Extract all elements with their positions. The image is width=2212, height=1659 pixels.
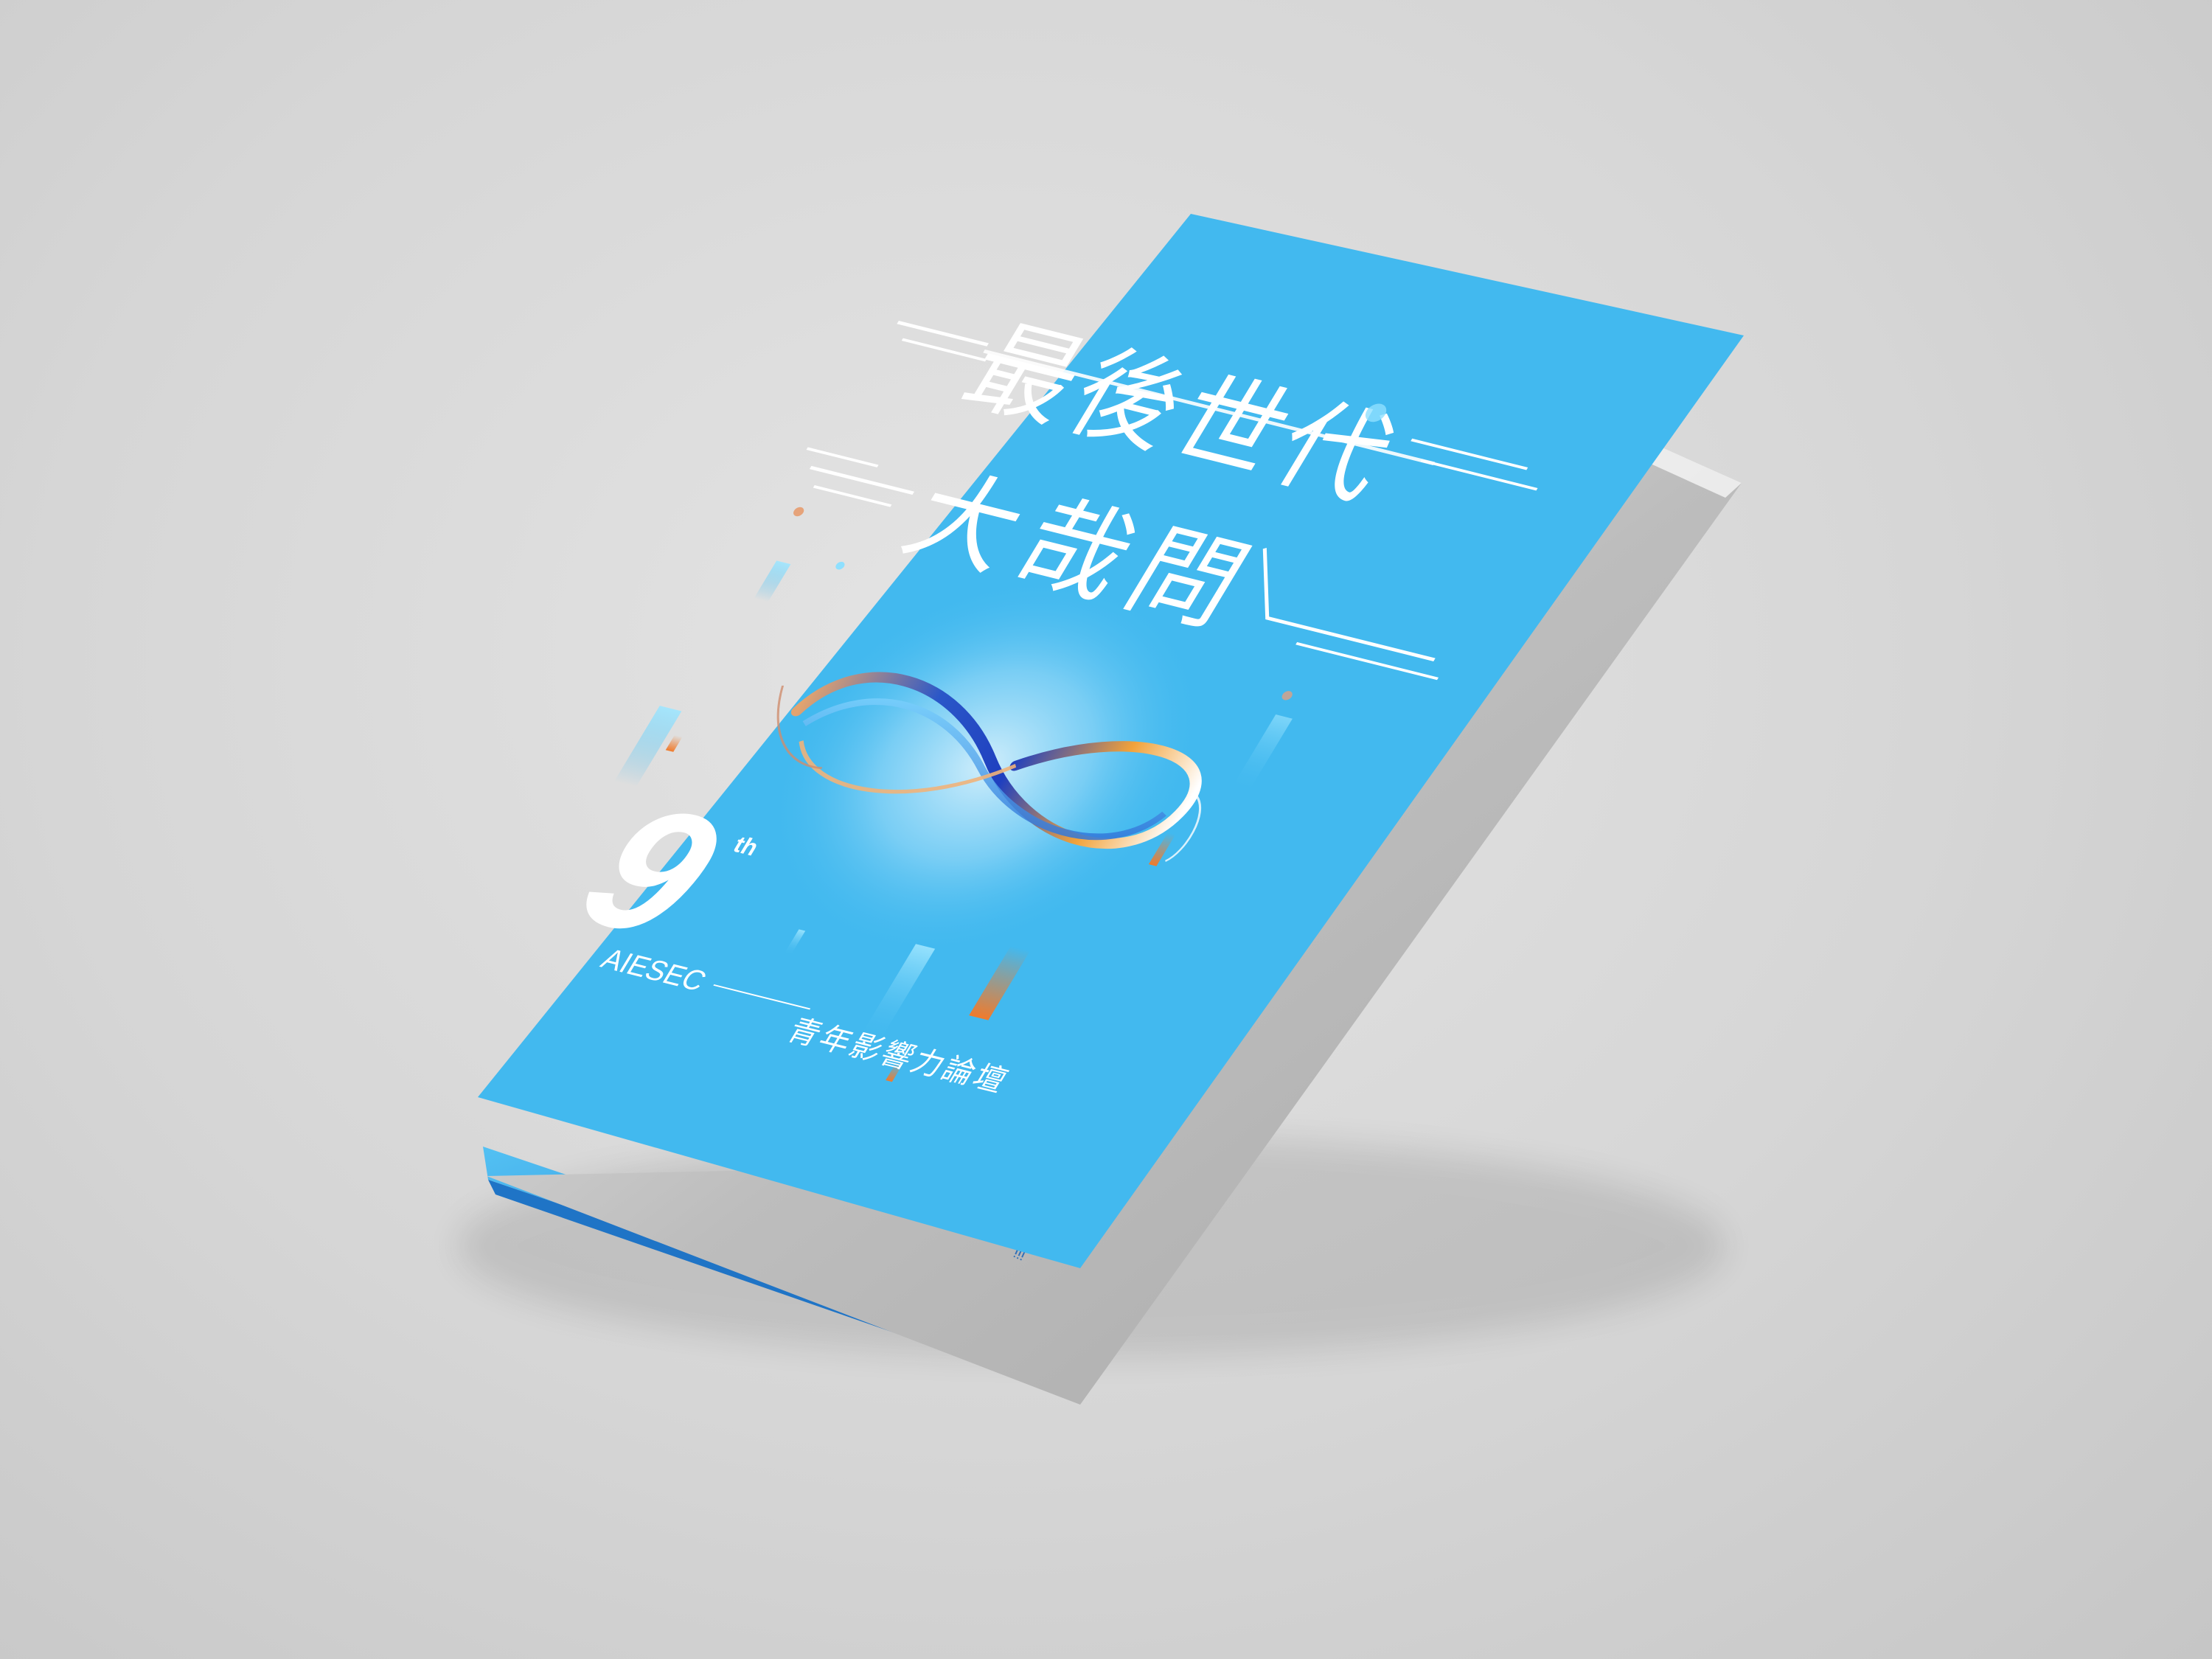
decor-streak-orange	[665, 734, 683, 752]
decor-dot	[793, 507, 804, 517]
decor-streak	[754, 560, 791, 602]
brochure-mockup-scene: ᴉᴉᴉ 最後世代 大哉問	[457, 214, 1744, 1405]
decor-dot	[835, 561, 845, 570]
